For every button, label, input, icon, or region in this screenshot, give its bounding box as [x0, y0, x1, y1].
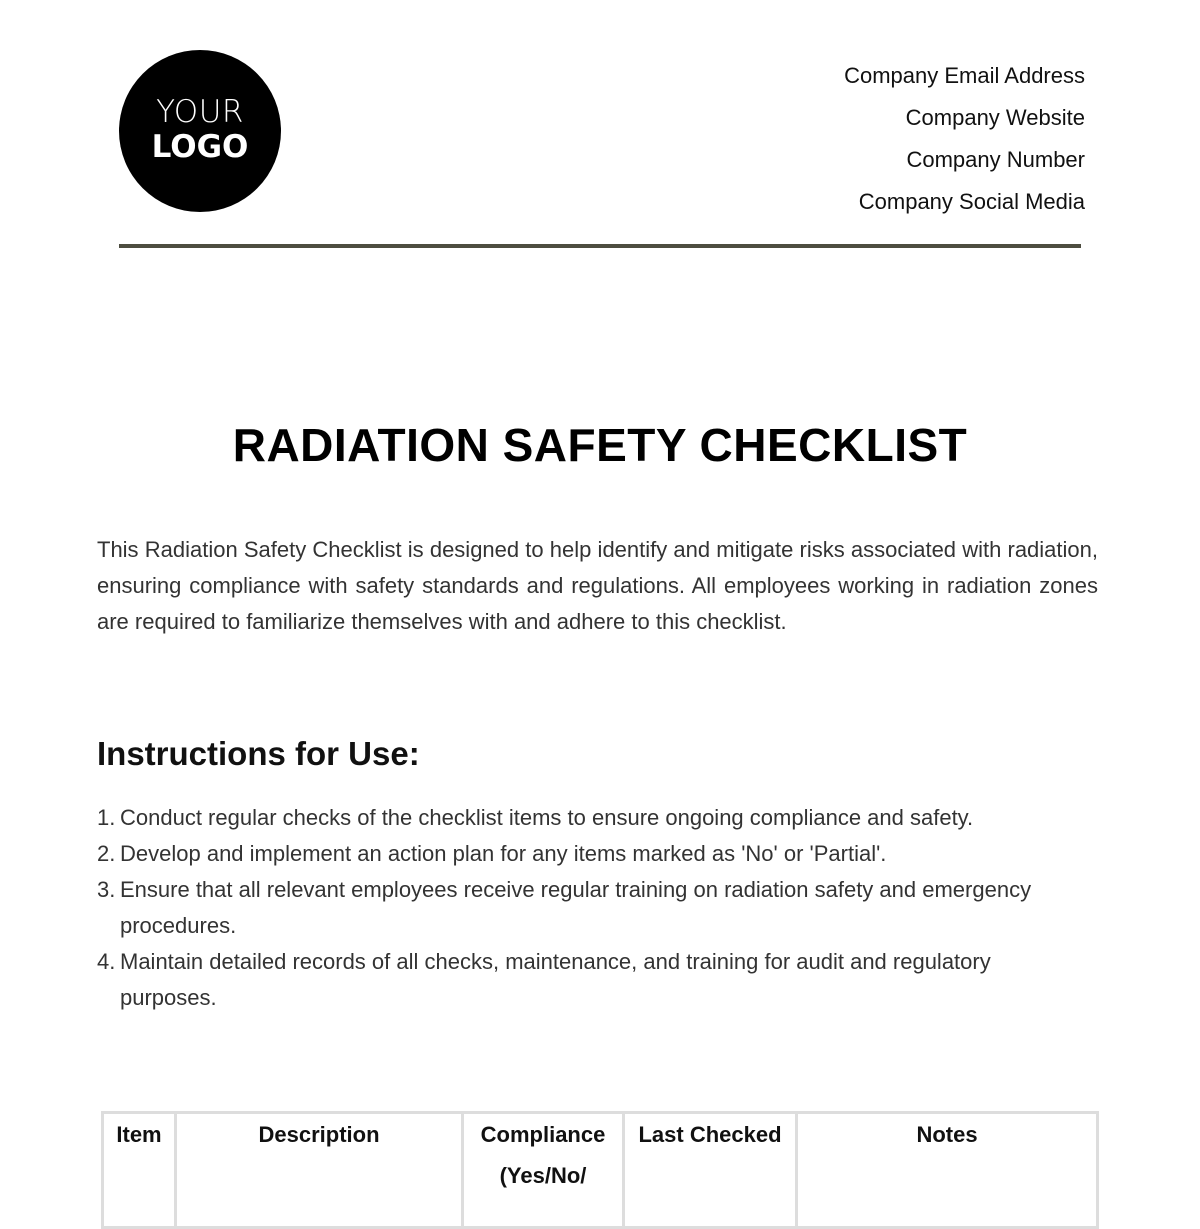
instruction-number: 3.: [97, 877, 116, 902]
logo-line-2: LOGO: [151, 129, 249, 165]
instructions-list: 1. Conduct regular checks of the checklis…: [97, 800, 1077, 1016]
company-logo: YOUR LOGO: [119, 50, 281, 212]
column-header-description: Description: [174, 1111, 464, 1229]
instruction-text: Develop and implement an action plan for…: [120, 841, 887, 866]
instruction-number: 4.: [97, 949, 116, 974]
checklist-table: Item Description Compliance (Yes/No/ Las…: [101, 1111, 1099, 1229]
instruction-number: 1.: [97, 805, 116, 830]
column-header-last-checked: Last Checked: [622, 1111, 798, 1229]
intro-paragraph: This Radiation Safety Checklist is desig…: [97, 537, 1098, 634]
company-website: Company Website: [905, 105, 1085, 130]
instruction-item: 3. Ensure that all relevant employees rec…: [97, 872, 1077, 944]
company-contact-info: Company Email Address Company Website Co…: [844, 55, 1085, 223]
company-email: Company Email Address: [844, 63, 1085, 88]
instruction-text: Maintain detailed records of all checks,…: [120, 949, 991, 1010]
logo-line-1: YOUR: [156, 94, 244, 130]
table-header-row: Item Description Compliance (Yes/No/ Las…: [101, 1111, 1099, 1229]
company-social-media: Company Social Media: [858, 189, 1085, 214]
instruction-item: 2. Develop and implement an action plan f…: [97, 836, 1077, 872]
column-header-compliance: Compliance (Yes/No/: [461, 1111, 625, 1229]
instruction-item: 1. Conduct regular checks of the checklis…: [97, 800, 1077, 836]
column-header-notes: Notes: [795, 1111, 1099, 1229]
instruction-number: 2.: [97, 841, 116, 866]
instruction-text: Conduct regular checks of the checklist …: [120, 805, 974, 830]
document-title: RADIATION SAFETY CHECKLIST: [232, 419, 968, 471]
instructions-heading: Instructions for Use:: [97, 735, 420, 772]
company-number: Company Number: [906, 147, 1085, 172]
header-divider: [119, 244, 1081, 248]
instruction-text: Ensure that all relevant employees recei…: [120, 877, 1032, 938]
column-header-item: Item: [101, 1111, 177, 1229]
instruction-item: 4. Maintain detailed records of all check…: [97, 944, 1077, 1016]
